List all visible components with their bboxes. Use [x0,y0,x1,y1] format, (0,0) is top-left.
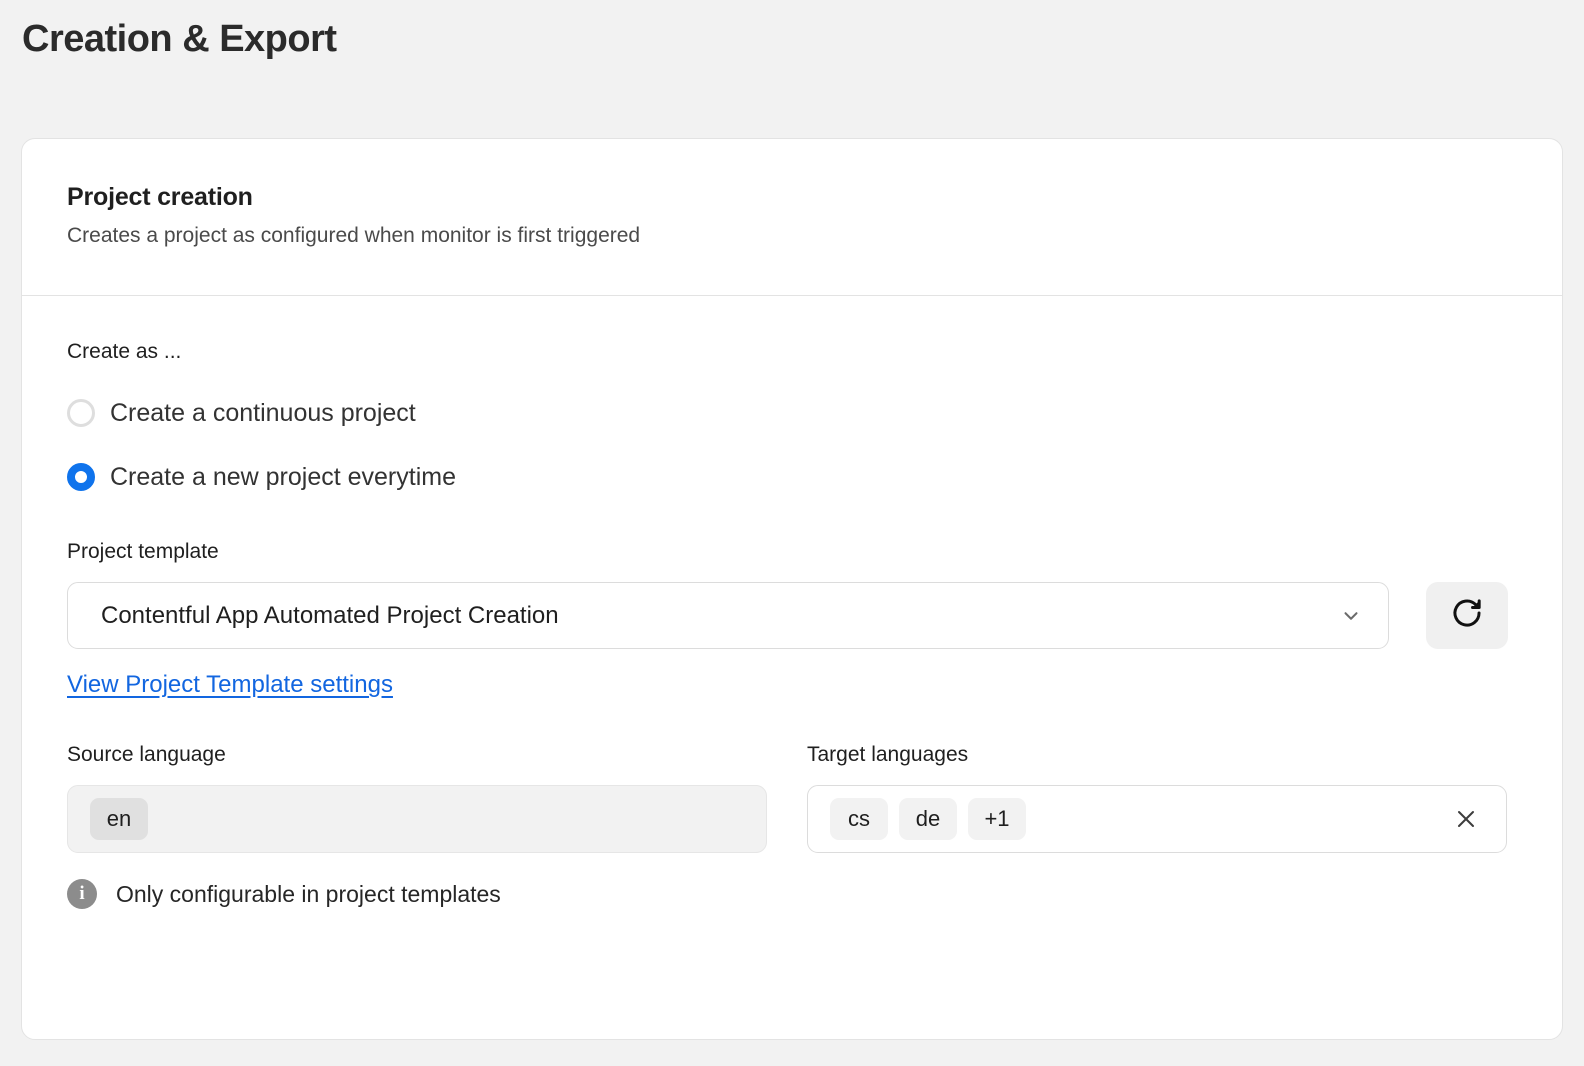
view-project-template-settings-link[interactable]: View Project Template settings [67,671,393,698]
radio-selected-icon[interactable] [67,463,95,491]
refresh-icon [1450,596,1484,635]
project-template-block: Project template Contentful App Automate… [67,540,1517,699]
card-body: Create as ... Create a continuous projec… [22,296,1562,909]
languages-grid: Source language en Target languages cs d… [67,743,1517,853]
project-template-row: Contentful App Automated Project Creatio… [67,582,1517,649]
radio-option-label: Create a new project everytime [110,463,456,492]
target-languages-column: Target languages cs de +1 [807,743,1507,853]
source-language-column: Source language en [67,743,767,853]
template-link-row: View Project Template settings [67,671,1517,699]
project-template-select[interactable]: Contentful App Automated Project Creatio… [67,582,1389,649]
card-header: Project creation Creates a project as co… [22,139,1562,296]
radio-option-new-project-everytime[interactable]: Create a new project everytime [67,452,1517,502]
target-languages-label: Target languages [807,743,1507,767]
card-title: Project creation [67,183,1562,212]
chevron-down-icon [1340,605,1362,627]
info-icon: i [67,879,97,909]
project-template-label: Project template [67,540,1517,564]
target-language-chip[interactable]: de [899,798,957,840]
source-language-note: i Only configurable in project templates [67,879,1517,909]
radio-unselected-icon[interactable] [67,399,95,427]
page-title: Creation & Export [22,18,337,61]
radio-option-continuous-project[interactable]: Create a continuous project [67,388,1517,438]
create-as-label: Create as ... [67,340,1517,364]
note-text: Only configurable in project templates [116,881,501,908]
create-as-radio-group: Create a continuous project Create a new… [67,388,1517,502]
target-language-overflow-chip[interactable]: +1 [968,798,1026,840]
target-languages-field[interactable]: cs de +1 [807,785,1507,853]
source-language-field: en [67,785,767,853]
source-language-label: Source language [67,743,767,767]
card-subtitle: Creates a project as configured when mon… [67,224,1562,248]
project-template-selected-value: Contentful App Automated Project Creatio… [101,602,559,630]
target-language-chip[interactable]: cs [830,798,888,840]
project-creation-card: Project creation Creates a project as co… [21,138,1563,1040]
radio-option-label: Create a continuous project [110,399,416,428]
source-language-chip: en [90,798,148,840]
close-icon[interactable] [1454,807,1478,831]
refresh-template-button[interactable] [1426,582,1508,649]
